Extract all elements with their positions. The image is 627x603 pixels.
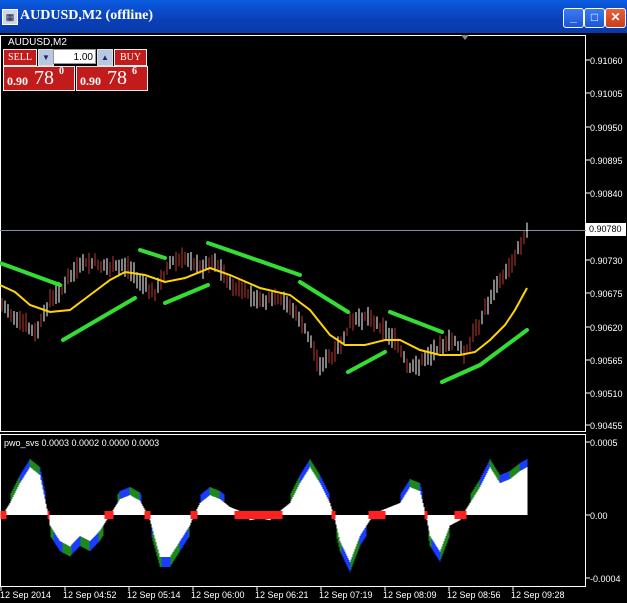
price-tick: 0.90675: [590, 289, 623, 299]
price-tick: 0.91060: [590, 56, 623, 66]
time-tick: 12 Sep 2014: [0, 590, 52, 600]
time-tick: 12 Sep 04:52: [63, 590, 117, 600]
price-candles: [1, 222, 528, 376]
band-segment: [0, 261, 62, 287]
band-segment: [478, 328, 529, 367]
time-tick: 12 Sep 09:28: [511, 590, 565, 600]
time-tick: 12 Sep 05:14: [127, 590, 181, 600]
indicator-tick: 0.00: [590, 511, 608, 521]
lot-size-field[interactable]: 1.00: [53, 49, 96, 64]
band-segment: [163, 283, 210, 305]
time-tick: 12 Sep 08:56: [447, 590, 501, 600]
buy-quote-pips: 78: [107, 67, 127, 89]
buy-quote-frac: 6: [132, 66, 137, 77]
band-lines: [0, 241, 529, 384]
moving-average-line: [0, 266, 528, 356]
price-tick: 0.90730: [590, 256, 623, 266]
band-segment: [440, 363, 482, 384]
time-tick: 12 Sep 08:09: [383, 590, 437, 600]
sell-quote-big: 0.90: [7, 74, 28, 88]
time-tick: 12 Sep 06:21: [255, 590, 309, 600]
current-price-label: 0.90780: [586, 223, 626, 236]
moving-average: [0, 266, 528, 356]
price-tick: 0.90565: [590, 356, 623, 366]
time-tick: 12 Sep 06:00: [191, 590, 245, 600]
sell-button[interactable]: SELL: [3, 49, 37, 66]
buy-quote[interactable]: 0.90 78 6: [76, 66, 148, 91]
band-segment: [138, 248, 167, 260]
price-tick: 0.90455: [590, 421, 623, 431]
indicator-tick: 0.0005: [590, 438, 618, 448]
symbol-label: AUDUSD,M2: [8, 37, 67, 48]
main-chart-frame: [0, 35, 586, 432]
lot-decrease-icon[interactable]: ▼: [38, 49, 54, 66]
buy-button[interactable]: BUY: [114, 49, 147, 66]
oscillator-histogram: [0, 459, 528, 573]
time-tick: 12 Sep 07:19: [319, 590, 373, 600]
sell-quote[interactable]: 0.90 78 0: [3, 66, 75, 91]
sell-quote-frac: 0: [59, 66, 64, 77]
sell-quote-pips: 78: [34, 67, 54, 89]
price-tick: 0.91005: [590, 89, 623, 99]
price-tick: 0.90950: [590, 123, 623, 133]
indicator-tick: -0.0004: [590, 574, 621, 584]
price-tick: 0.90895: [590, 156, 623, 166]
band-segment: [388, 310, 444, 334]
price-tick: 0.90510: [590, 389, 623, 399]
price-tick: 0.90620: [590, 323, 623, 333]
band-segment: [206, 241, 302, 277]
buy-quote-big: 0.90: [80, 74, 101, 88]
lot-increase-icon[interactable]: ▲: [97, 49, 113, 66]
band-segment: [61, 296, 137, 342]
band-segment: [346, 350, 387, 374]
price-tick: 0.90840: [590, 189, 623, 199]
chart-shift-marker: [461, 35, 469, 40]
indicator-name: pwo_svs 0.0003 0.0002 0.0000 0.0003: [4, 438, 160, 448]
